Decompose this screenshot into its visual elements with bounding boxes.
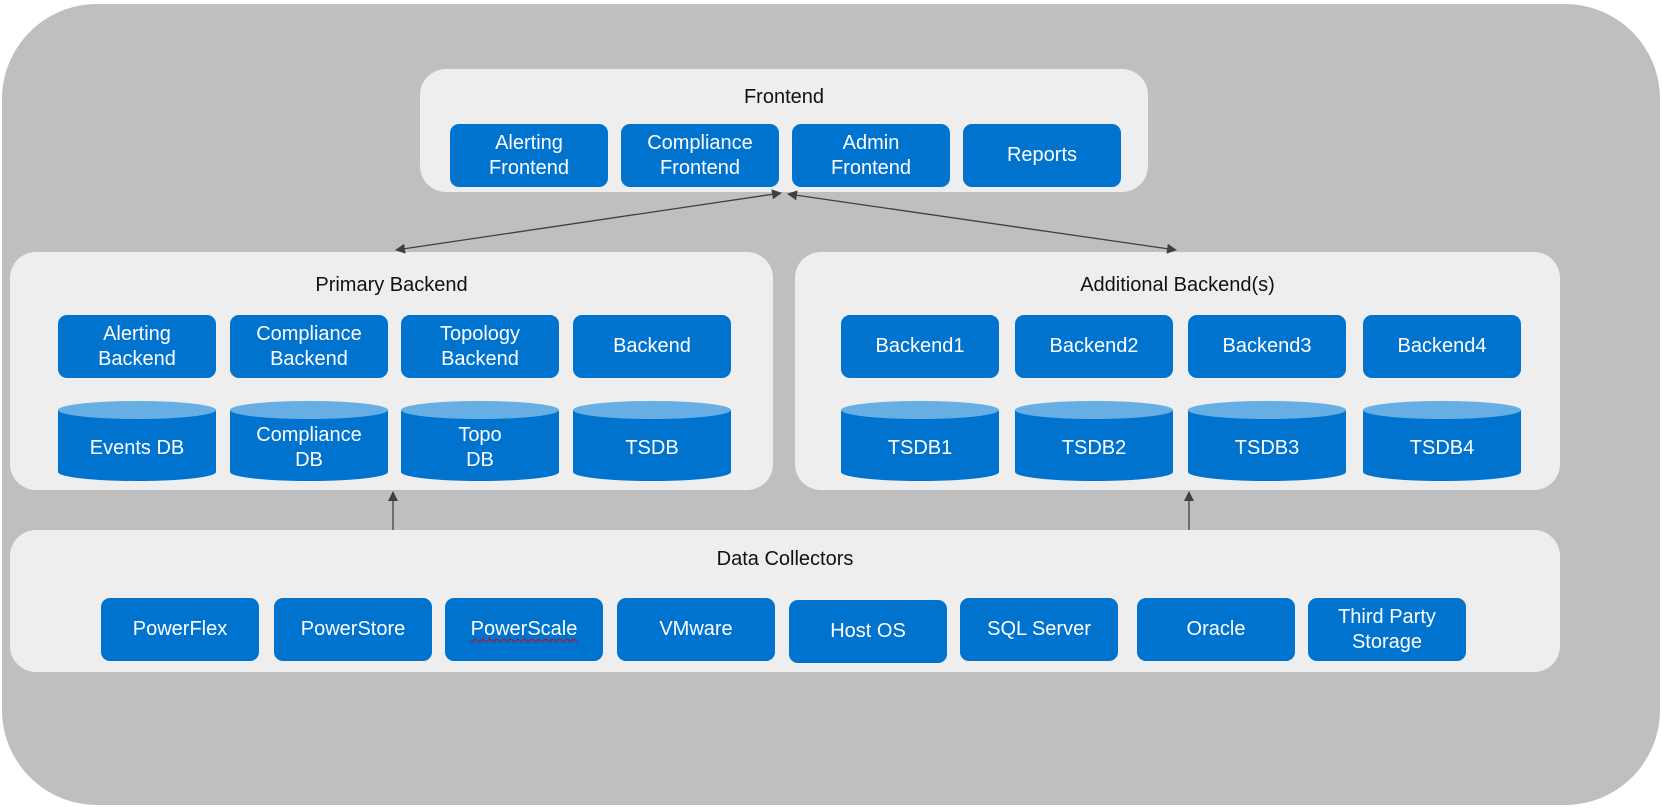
arrow-frontend-additional-backends — [787, 190, 1177, 254]
connector-arrows — [388, 189, 1194, 530]
arrow-frontend-primary-backend — [395, 189, 782, 254]
